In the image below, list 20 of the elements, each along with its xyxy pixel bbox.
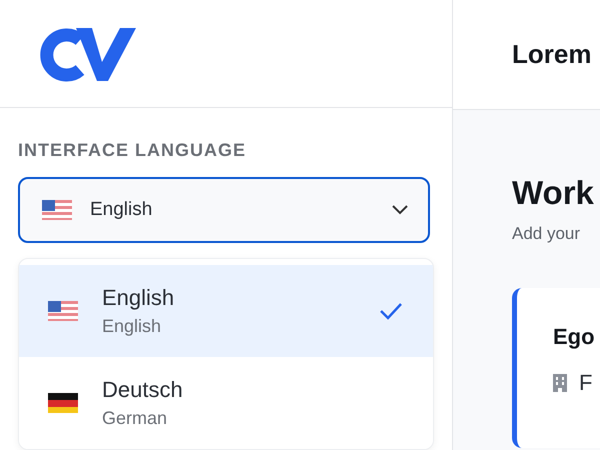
- language-option[interactable]: English English: [19, 265, 433, 357]
- language-option[interactable]: Deutsch German: [19, 357, 433, 449]
- section-label: INTERFACE LANGUAGE: [18, 140, 248, 161]
- flag-icon: [48, 393, 78, 413]
- option-subtitle: German: [102, 407, 168, 430]
- option-subtitle: English: [102, 315, 162, 338]
- logo-icon: [40, 26, 136, 82]
- company-text: F: [579, 370, 592, 396]
- flag-icon: [42, 200, 72, 220]
- flag-icon: [48, 301, 78, 321]
- card-title: Ego: [553, 324, 596, 350]
- option-name: English: [102, 284, 176, 312]
- page-title: Lorem: [512, 39, 592, 70]
- chevron-down-icon: [392, 205, 408, 215]
- section-subtitle: Add your: [512, 224, 582, 244]
- checkmark-icon: [379, 302, 403, 320]
- language-select[interactable]: English: [18, 177, 430, 243]
- section-title: Work: [512, 174, 595, 212]
- building-icon: [553, 374, 567, 392]
- option-name: Deutsch: [102, 376, 184, 404]
